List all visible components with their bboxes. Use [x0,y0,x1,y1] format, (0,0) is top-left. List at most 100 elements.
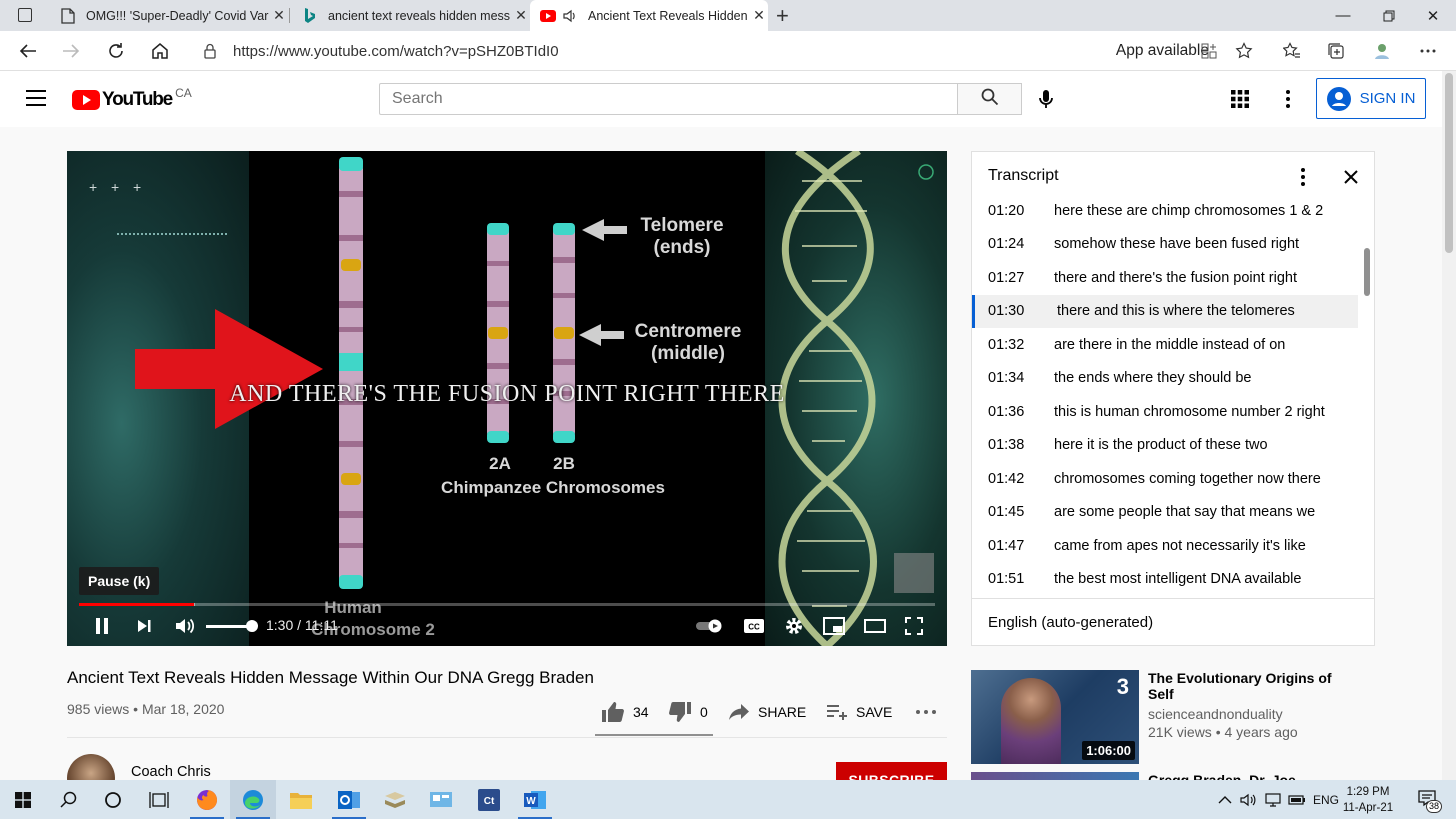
reader-app-icon[interactable] [372,780,418,819]
transcript-line[interactable]: 01:34 the ends where they should be [972,362,1358,395]
autoplay-toggle[interactable] [695,613,725,639]
transcript-line[interactable]: 01:47 came from apes not necessarily it's… [972,529,1358,562]
page-scrollbar-thumb[interactable] [1445,73,1453,253]
home-icon[interactable] [146,37,174,65]
firefox-icon[interactable] [184,780,230,819]
share-button[interactable]: SHARE [728,702,806,722]
browser-tab-1[interactable]: OMG!!! 'Super-Deadly' Covid Var ✕ [50,0,288,31]
chimp-chromosome-2a-shape [487,223,509,443]
url-text[interactable]: https://www.youtube.com/watch?v=pSHZ0BTI… [233,43,559,60]
transcript-scrollbar[interactable] [1364,248,1370,296]
theater-mode-button[interactable] [861,613,889,639]
close-tab-icon[interactable]: ✕ [750,7,768,24]
system-clock[interactable]: 1:29 PM 11-Apr-21 [1338,784,1398,816]
recommended-channel[interactable]: scienceandnonduality [1148,706,1283,722]
next-button[interactable] [131,613,157,639]
transcript-line[interactable]: 01:38 here it is the product of these two [972,429,1358,462]
app-install-icon[interactable] [1201,43,1217,64]
captions-button[interactable]: CC [741,613,767,639]
settings-more-icon[interactable] [1276,87,1300,111]
channel-name[interactable]: Coach Chris [131,764,211,780]
file-explorer-icon[interactable] [278,780,324,819]
search-box[interactable] [379,83,958,115]
transcript-language[interactable]: English (auto-generated) [988,614,1153,631]
volume-knob[interactable] [246,620,258,632]
transcript-line[interactable]: 01:27 there and there's the fusion point … [972,261,1358,294]
sign-in-button[interactable]: SIGN IN [1316,78,1426,119]
lock-icon[interactable] [203,43,217,64]
transcript-line-current[interactable]: 01:30 there and this is where the telomer… [972,294,1358,328]
close-tab-icon[interactable]: ✕ [512,7,530,24]
volume-slider[interactable] [206,620,258,632]
search-button[interactable] [957,83,1022,115]
apps-grid-icon[interactable] [1228,87,1252,111]
transcript-line[interactable]: 01:20 here these are chimp chromosomes 1 … [972,194,1358,227]
video-player[interactable]: + + + Telomere (ends) Centromere (middle… [67,151,947,646]
transcript-timestamp: 01:27 [988,269,1025,286]
transcript-line[interactable]: 01:42 chromosomes coming together now the… [972,462,1358,495]
new-tab-icon[interactable]: + [776,3,789,29]
youtube-logo[interactable]: YouTube CA [72,86,192,111]
profile-avatar-icon[interactable] [1368,37,1396,65]
close-tab-icon[interactable]: ✕ [270,7,288,24]
recommended-video-title[interactable]: The Evolutionary Origins of Self [1148,670,1348,702]
speaker-icon[interactable] [562,8,578,24]
volume-button[interactable] [171,613,199,639]
recommended-video-title[interactable]: Gregg Braden, Dr. Joe [1148,772,1296,780]
transcript-more-icon[interactable] [1294,166,1312,193]
action-center[interactable]: 38 [1417,788,1443,813]
outlook-icon[interactable] [326,780,372,819]
favorites-icon[interactable] [1278,37,1306,65]
battery-tray-icon[interactable] [1288,780,1306,819]
transcript-line[interactable]: 01:51 the best most intelligent DNA avail… [972,563,1358,596]
more-menu-icon[interactable] [1414,37,1442,65]
channel-watermark-icon[interactable] [917,163,935,186]
close-window-icon[interactable]: ✕ [1410,0,1456,31]
app-available-label[interactable]: App available [1116,42,1209,60]
show-hidden-icons[interactable] [1218,780,1232,819]
network-tray-icon[interactable] [1264,780,1282,819]
microphone-icon[interactable] [1034,87,1058,111]
forward-arrow-icon[interactable] [57,37,85,65]
browser-tab-3[interactable]: Ancient Text Reveals Hidden ✕ [530,0,768,31]
browser-tab-2[interactable]: ancient text reveals hidden mess ✕ [292,0,530,31]
dislike-button[interactable]: 0 [668,702,708,722]
search-input[interactable] [380,84,958,114]
back-arrow-icon[interactable] [14,37,42,65]
transcript-line[interactable]: 01:32 are there in the middle instead of … [972,328,1358,361]
miniplayer-button[interactable] [821,613,847,639]
refresh-icon[interactable] [102,37,130,65]
transcript-line[interactable]: 01:45 are some people that say that means… [972,496,1358,529]
pause-button[interactable] [89,613,115,639]
task-view-icon[interactable] [136,780,182,819]
page-scrollbar[interactable] [1442,71,1456,780]
recommended-video-thumbnail[interactable]: 3 1:06:00 [971,670,1139,764]
collections-icon[interactable] [1322,37,1350,65]
save-button[interactable]: SAVE [826,702,892,722]
control-panel-icon[interactable] [418,780,464,819]
progress-bar[interactable] [79,603,935,606]
windows-start-icon[interactable] [0,780,46,819]
tab-actions-icon[interactable] [18,8,32,22]
close-transcript-icon[interactable] [1342,168,1360,191]
transcript-language-footer[interactable]: English (auto-generated) [972,598,1374,645]
citrix-icon[interactable]: Ct [466,780,512,819]
recommended-video-thumbnail[interactable] [971,772,1139,780]
transcript-line[interactable]: 01:24 somehow these have been fused right [972,228,1358,261]
settings-button[interactable] [781,613,807,639]
taskbar-search-icon[interactable] [46,780,92,819]
cortana-icon[interactable] [90,780,136,819]
minimize-icon[interactable]: — [1320,0,1366,31]
url-bar[interactable]: https://www.youtube.com/watch?v=pSHZ0BTI… [191,35,1269,67]
hamburger-menu-icon[interactable] [26,90,46,106]
word-icon[interactable]: W [512,780,558,819]
like-button[interactable]: 34 [601,702,649,722]
more-actions-button[interactable] [916,702,936,722]
input-language[interactable]: ENG [1313,780,1339,819]
maximize-icon[interactable] [1366,0,1412,31]
volume-tray-icon[interactable] [1240,780,1258,819]
fullscreen-button[interactable] [901,613,927,639]
favorite-star-icon[interactable] [1235,42,1253,65]
transcript-line[interactable]: 01:36 this is human chromosome number 2 r… [972,395,1358,428]
edge-icon[interactable] [230,780,276,819]
